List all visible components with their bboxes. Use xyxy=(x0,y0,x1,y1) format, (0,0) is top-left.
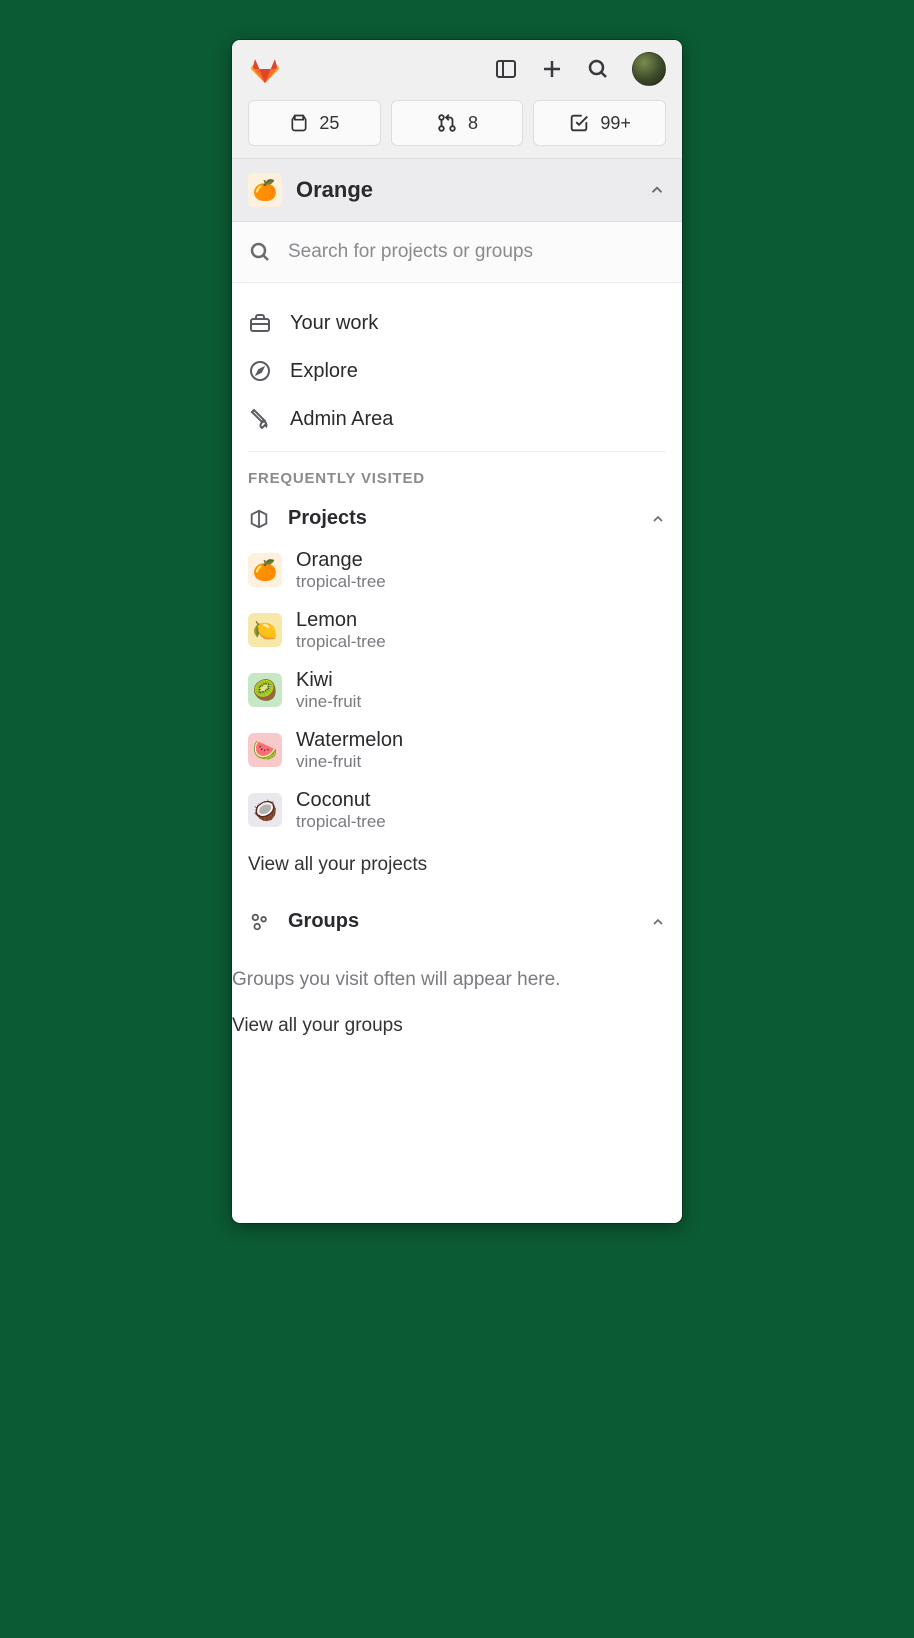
nav-your-work[interactable]: Your work xyxy=(248,299,666,347)
todos-count: 99+ xyxy=(600,113,631,134)
merge-requests-counter[interactable]: 8 xyxy=(391,100,524,146)
groups-title: Groups xyxy=(288,910,359,933)
merge-request-icon xyxy=(436,112,458,134)
issues-count: 25 xyxy=(319,113,339,134)
briefcase-icon xyxy=(248,311,272,335)
groups-icon xyxy=(248,911,270,933)
chevron-up-icon xyxy=(650,511,666,527)
project-name: Watermelon xyxy=(296,728,403,752)
project-namespace: tropical-tree xyxy=(296,632,386,652)
context-switcher[interactable]: 🍊 Orange xyxy=(232,158,682,222)
issues-icon xyxy=(289,113,309,133)
frequently-visited-eyebrow: FREQUENTLY VISITED xyxy=(248,470,666,487)
project-item[interactable]: 🍉 Watermelonvine-fruit xyxy=(248,720,666,780)
search-input[interactable] xyxy=(288,241,666,263)
compass-icon xyxy=(248,359,272,383)
nav-explore[interactable]: Explore xyxy=(248,347,666,395)
projects-list: 🍊Orangetropical-tree🍋Lemontropical-tree🥝… xyxy=(248,540,666,840)
context-title: Orange xyxy=(296,177,373,203)
project-icon: 🥝 xyxy=(248,673,282,707)
search-icon[interactable] xyxy=(586,57,610,81)
context-project-icon: 🍊 xyxy=(248,173,282,207)
nav-label: Admin Area xyxy=(290,408,393,431)
search-area xyxy=(232,222,682,283)
avatar[interactable] xyxy=(632,52,666,86)
project-icon: 🍊 xyxy=(248,553,282,587)
projects-title: Projects xyxy=(288,507,367,530)
project-text: Lemontropical-tree xyxy=(296,608,386,652)
project-namespace: tropical-tree xyxy=(296,812,386,832)
topbar-actions xyxy=(494,52,666,86)
view-all-groups-link[interactable]: View all your groups xyxy=(232,1001,682,1043)
project-name: Coconut xyxy=(296,788,386,812)
project-text: Kiwivine-fruit xyxy=(296,668,361,712)
project-icon: 🍋 xyxy=(248,613,282,647)
topbar: 25 8 99+ xyxy=(232,40,682,158)
project-text: Coconuttropical-tree xyxy=(296,788,386,832)
divider xyxy=(248,451,666,452)
project-name: Lemon xyxy=(296,608,386,632)
wrench-icon xyxy=(248,407,272,431)
main-nav: Your work Explore Admin Area FREQUENTLY … xyxy=(232,283,682,959)
nav-label: Explore xyxy=(290,360,358,383)
project-name: Kiwi xyxy=(296,668,361,692)
chevron-up-icon xyxy=(648,181,666,199)
projects-icon xyxy=(248,508,270,530)
gitlab-logo[interactable] xyxy=(248,52,282,86)
nav-label: Your work xyxy=(290,312,378,335)
topbar-row xyxy=(248,52,666,100)
project-namespace: vine-fruit xyxy=(296,692,361,712)
counter-row: 25 8 99+ xyxy=(248,100,666,158)
groups-header[interactable]: Groups xyxy=(248,900,666,943)
sidebar-toggle-icon[interactable] xyxy=(494,57,518,81)
chevron-up-icon xyxy=(650,914,666,930)
projects-header[interactable]: Projects xyxy=(248,497,666,540)
project-namespace: tropical-tree xyxy=(296,572,386,592)
project-item[interactable]: 🥥 Coconuttropical-tree xyxy=(248,780,666,840)
project-text: Orangetropical-tree xyxy=(296,548,386,592)
todos-counter[interactable]: 99+ xyxy=(533,100,666,146)
merge-requests-count: 8 xyxy=(468,113,478,134)
project-namespace: vine-fruit xyxy=(296,752,403,772)
view-all-projects-link[interactable]: View all your projects xyxy=(248,840,666,882)
issues-counter[interactable]: 25 xyxy=(248,100,381,146)
groups-empty-text: Groups you visit often will appear here. xyxy=(232,959,682,1001)
app-frame: 25 8 99+ 🍊 Orange xyxy=(232,40,682,1223)
project-item[interactable]: 🍊 Orangetropical-tree xyxy=(248,540,666,600)
project-item[interactable]: 🍋 Lemontropical-tree xyxy=(248,600,666,660)
nav-admin[interactable]: Admin Area xyxy=(248,395,666,443)
todo-icon xyxy=(568,112,590,134)
project-text: Watermelonvine-fruit xyxy=(296,728,403,772)
project-icon: 🥥 xyxy=(248,793,282,827)
project-icon: 🍉 xyxy=(248,733,282,767)
project-name: Orange xyxy=(296,548,386,572)
plus-icon[interactable] xyxy=(540,57,564,81)
context-left: 🍊 Orange xyxy=(248,173,373,207)
project-item[interactable]: 🥝 Kiwivine-fruit xyxy=(248,660,666,720)
search-icon xyxy=(248,240,272,264)
